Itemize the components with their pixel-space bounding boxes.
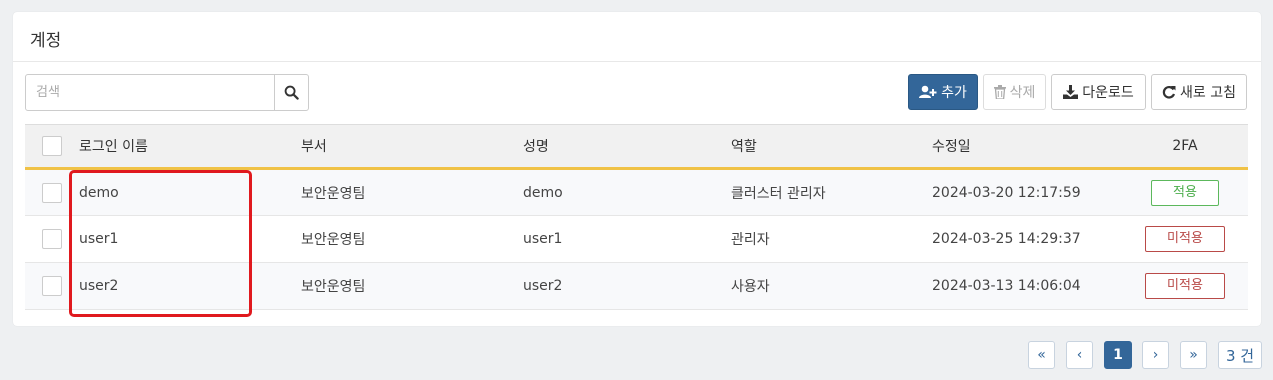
add-button-label: 추가 xyxy=(941,85,967,101)
next-page-button[interactable]: › xyxy=(1142,341,1169,369)
cell-modified-date: 2024-03-20 12:17:59 xyxy=(932,168,1122,216)
cell-role: 클러스터 관리자 xyxy=(731,168,932,216)
header-2fa[interactable]: 2FA xyxy=(1122,124,1248,170)
total-count: 3 건 xyxy=(1218,341,1262,369)
header-department[interactable]: 부서 xyxy=(301,124,523,170)
search-input[interactable] xyxy=(25,74,275,111)
row-checkbox[interactable] xyxy=(42,276,62,296)
table-row[interactable]: user2 보안운영팀 user2 사용자 2024-03-13 14:06:0… xyxy=(25,262,1248,310)
refresh-button-label: 새로 고침 xyxy=(1180,85,1236,101)
last-page-icon: » xyxy=(1189,347,1198,363)
cell-login-name: user2 xyxy=(79,262,301,310)
cell-role: 사용자 xyxy=(731,262,932,310)
prev-page-icon: ‹ xyxy=(1076,347,1083,363)
first-page-button[interactable]: « xyxy=(1028,341,1055,369)
add-user-icon xyxy=(919,85,937,98)
search-icon xyxy=(284,85,299,100)
delete-button-label: 삭제 xyxy=(1009,85,1036,101)
panel-divider xyxy=(13,61,1261,62)
add-button[interactable]: 추가 xyxy=(908,74,978,110)
select-all-cell xyxy=(25,124,79,170)
download-icon xyxy=(1063,85,1079,99)
table-header-row: 로그인 이름 부서 성명 역할 수정일 2FA xyxy=(25,124,1248,170)
2fa-status-badge: 적용 xyxy=(1151,179,1219,206)
prev-page-button[interactable]: ‹ xyxy=(1066,341,1093,369)
row-select-cell xyxy=(25,168,79,216)
cell-full-name: user2 xyxy=(523,262,731,310)
current-page-label: 1 xyxy=(1113,347,1123,363)
header-full-name[interactable]: 성명 xyxy=(523,124,731,170)
last-page-button[interactable]: » xyxy=(1180,341,1207,369)
page-1-button[interactable]: 1 xyxy=(1104,341,1132,369)
table-row[interactable]: user1 보안운영팀 user1 관리자 2024-03-25 14:29:3… xyxy=(25,215,1248,263)
delete-button[interactable]: 삭제 xyxy=(983,74,1046,110)
accounts-table: 로그인 이름 부서 성명 역할 수정일 2FA demo 보안운영팀 demo … xyxy=(25,124,1248,310)
trash-icon xyxy=(993,85,1006,99)
cell-2fa: 미적용 xyxy=(1122,262,1248,310)
cell-login-name: user1 xyxy=(79,215,301,263)
refresh-button[interactable]: 새로 고침 xyxy=(1151,74,1247,110)
accounts-panel: 계정 추가 삭제 다운로드 xyxy=(13,12,1261,326)
row-checkbox[interactable] xyxy=(42,182,62,203)
cell-login-name: demo xyxy=(79,168,301,216)
cell-modified-date: 2024-03-25 14:29:37 xyxy=(932,215,1122,263)
search-button[interactable] xyxy=(274,74,309,111)
next-page-icon: › xyxy=(1152,347,1159,363)
cell-department: 보안운영팀 xyxy=(301,262,523,310)
cell-2fa: 적용 xyxy=(1122,168,1248,216)
download-button-label: 다운로드 xyxy=(1082,85,1134,101)
row-checkbox[interactable] xyxy=(42,229,62,249)
cell-role: 관리자 xyxy=(731,215,932,263)
header-modified-date[interactable]: 수정일 xyxy=(932,124,1122,170)
2fa-status-badge: 미적용 xyxy=(1145,273,1225,299)
row-select-cell xyxy=(25,262,79,310)
first-page-icon: « xyxy=(1037,347,1046,363)
download-button[interactable]: 다운로드 xyxy=(1051,74,1146,110)
cell-2fa: 미적용 xyxy=(1122,215,1248,263)
cell-modified-date: 2024-03-13 14:06:04 xyxy=(932,262,1122,310)
cell-department: 보안운영팀 xyxy=(301,215,523,263)
refresh-icon xyxy=(1162,85,1176,99)
2fa-status-badge: 미적용 xyxy=(1145,226,1225,252)
cell-full-name: user1 xyxy=(523,215,731,263)
select-all-checkbox[interactable] xyxy=(42,136,62,156)
cell-department: 보안운영팀 xyxy=(301,168,523,216)
header-role[interactable]: 역할 xyxy=(731,124,932,170)
header-login-name[interactable]: 로그인 이름 xyxy=(79,124,301,170)
row-select-cell xyxy=(25,215,79,263)
panel-title: 계정 xyxy=(30,31,62,51)
cell-full-name: demo xyxy=(523,168,731,216)
table-row[interactable]: demo 보안운영팀 demo 클러스터 관리자 2024-03-20 12:1… xyxy=(25,168,1248,216)
